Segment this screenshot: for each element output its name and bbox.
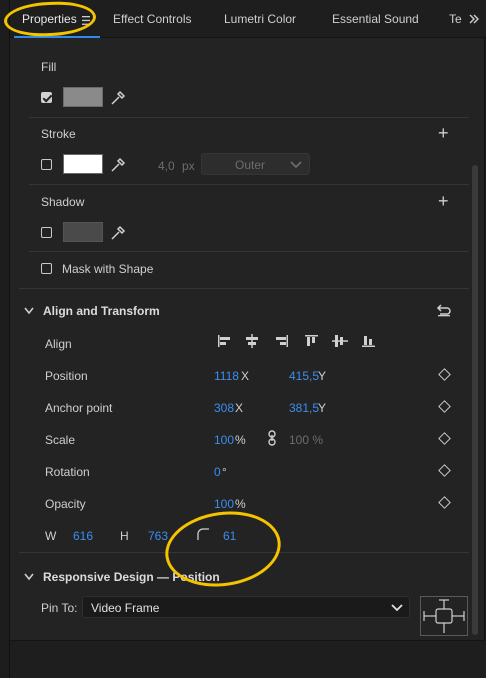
pin-position-widget[interactable] [420,596,468,636]
position-label: Position [45,369,88,383]
stroke-checkbox[interactable] [41,159,52,170]
keyframe-diamond-icon[interactable] [438,464,451,477]
align-right-icon[interactable] [274,334,290,348]
opacity-unit: % [235,497,246,511]
align-left-icon[interactable] [216,334,232,348]
height-label: H [120,529,129,543]
align-transform-header[interactable]: Align and Transform [43,304,160,318]
eyedropper-icon[interactable] [110,157,126,173]
position-x-unit: X [241,369,250,383]
rotation-label: Rotation [45,465,90,479]
anchor-y-value[interactable]: 381,5 [289,401,319,415]
position-y-unit: Y [318,369,327,383]
stroke-label: Stroke [41,127,76,141]
panel-tab-bar: Properties Effect Controls Lumetri Color… [10,0,486,38]
chevron-down-icon [290,159,302,173]
pin-to-label: Pin To: [41,601,78,615]
opacity-value[interactable]: 100 [214,497,234,511]
rotation-value[interactable]: 0 [214,465,221,479]
divider [19,288,469,289]
panel-bottom-bar [10,640,486,678]
add-stroke-plus-icon[interactable]: + [438,124,449,142]
divider [29,117,469,118]
divider [19,552,469,553]
tab-effect-controls[interactable]: Effect Controls [113,12,191,26]
shadow-checkbox[interactable] [41,227,52,238]
stroke-width-value[interactable]: 4,0 [158,159,175,173]
tab-properties[interactable]: Properties [22,12,77,26]
chevron-down-icon [391,602,403,616]
eyedropper-icon[interactable] [110,225,126,241]
mask-with-shape-checkbox[interactable] [41,263,52,274]
fill-checkbox[interactable] [41,92,52,103]
active-tab-indicator [14,36,100,38]
fill-label: Fill [41,60,57,74]
keyframe-diamond-icon[interactable] [438,368,451,381]
stroke-width-unit: px [182,159,195,173]
align-bottom-icon[interactable] [361,334,377,348]
link-chain-icon[interactable] [267,430,277,446]
divider [29,184,469,185]
shadow-color-swatch[interactable] [63,222,103,242]
eyedropper-icon[interactable] [110,90,126,106]
stroke-position-value: Outer [235,158,266,172]
position-y-value[interactable]: 415,5 [289,369,319,383]
anchor-x-unit: X [235,401,244,415]
keyframe-diamond-icon[interactable] [438,496,451,509]
responsive-design-header[interactable]: Responsive Design — Position [43,570,220,584]
scale-unit: % [235,433,246,447]
mask-with-shape-label: Mask with Shape [62,262,154,276]
corner-radius-icon [196,527,210,541]
hamburger-icon[interactable] [82,14,90,25]
position-x-value[interactable]: 1118 [214,369,239,383]
tab-lumetri-color[interactable]: Lumetri Color [224,12,296,26]
chevron-down-icon[interactable] [24,571,34,581]
corner-radius-value[interactable]: 61 [223,529,236,543]
anchor-point-label: Anchor point [45,401,113,415]
tab-essential-sound[interactable]: Essential Sound [332,12,419,26]
add-shadow-plus-icon[interactable]: + [438,192,449,210]
scale-linked-value: 100 % [289,433,324,447]
scrollbar-thumb[interactable] [472,165,478,635]
align-label: Align [45,337,72,351]
double-chevron-right-icon[interactable] [468,10,484,28]
reset-icon[interactable] [436,303,452,317]
opacity-label: Opacity [45,497,86,511]
tab-te[interactable]: Te [449,12,463,26]
anchor-y-unit: Y [318,401,327,415]
align-vertical-center-icon[interactable] [332,334,348,348]
stroke-color-swatch[interactable] [63,154,103,174]
chevron-down-icon[interactable] [24,305,34,315]
scale-value[interactable]: 100 [214,433,234,447]
width-value[interactable]: 616 [73,529,93,543]
height-value[interactable]: 763 [148,529,168,543]
pin-to-select[interactable]: Video Frame [82,596,410,618]
stroke-position-select[interactable]: Outer [201,153,310,175]
fill-color-swatch[interactable] [63,87,103,107]
align-top-icon[interactable] [304,334,320,348]
scale-label: Scale [45,433,76,447]
rotation-unit: ° [222,465,227,479]
keyframe-diamond-icon[interactable] [438,400,451,413]
pin-to-value: Video Frame [91,601,160,615]
divider [29,251,469,252]
properties-panel: Properties Effect Controls Lumetri Color… [9,0,486,678]
shadow-label: Shadow [41,195,85,209]
keyframe-diamond-icon[interactable] [438,432,451,445]
align-horizontal-center-icon[interactable] [244,334,260,348]
anchor-x-value[interactable]: 308 [214,401,234,415]
width-label: W [45,529,57,543]
